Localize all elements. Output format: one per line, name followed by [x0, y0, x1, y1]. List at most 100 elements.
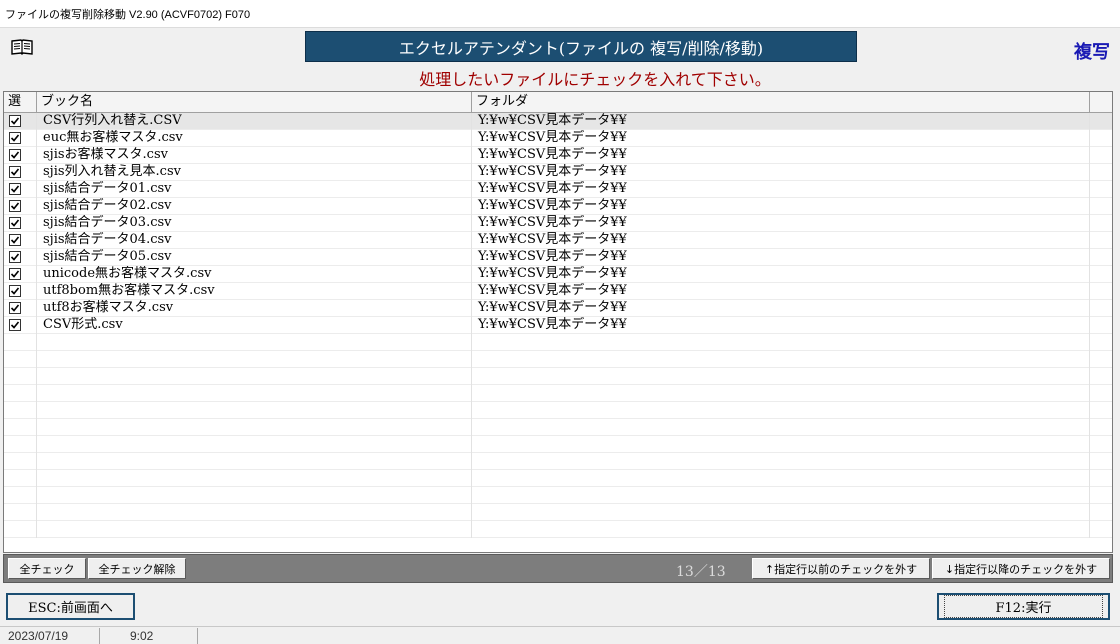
folder-cell: Y:¥w¥CSV見本データ¥¥ [472, 283, 1090, 300]
check-all-button[interactable]: 全チェック [8, 558, 86, 579]
empty-row [4, 504, 1112, 521]
select-cell [4, 130, 37, 147]
row-checkbox[interactable] [9, 268, 21, 280]
table-row[interactable]: sjis結合データ01.csv Y:¥w¥CSV見本データ¥¥ [4, 181, 1112, 198]
row-checkbox[interactable] [9, 200, 21, 212]
row-checkbox[interactable] [9, 183, 21, 195]
table-row[interactable]: unicode無お客様マスタ.csv Y:¥w¥CSV見本データ¥¥ [4, 266, 1112, 283]
book-name-cell: sjis列入れ替え見本.csv [37, 164, 472, 181]
checkmark-icon [10, 304, 20, 312]
select-cell [4, 504, 37, 521]
checkmark-icon [10, 202, 20, 210]
row-checkbox[interactable] [9, 302, 21, 314]
select-cell [4, 232, 37, 249]
book-name-cell [37, 368, 472, 385]
file-grid[interactable]: 選 ブック名 フォルダ CSV行列入れ替え.CSV Y:¥w¥CSV見本データ¥¥… [3, 91, 1113, 553]
empty-row [4, 385, 1112, 402]
table-row[interactable]: sjis結合データ04.csv Y:¥w¥CSV見本データ¥¥ [4, 232, 1112, 249]
checkmark-icon [10, 219, 20, 227]
row-checkbox[interactable] [9, 285, 21, 297]
row-checkbox[interactable] [9, 115, 21, 127]
empty-row [4, 470, 1112, 487]
empty-row [4, 419, 1112, 436]
instruction-area: 処理したいファイルにチェックを入れて下さい。 [0, 66, 1120, 89]
select-cell [4, 521, 37, 538]
book-name-cell: euc無お客様マスタ.csv [37, 130, 472, 147]
table-row[interactable]: sjis結合データ05.csv Y:¥w¥CSV見本データ¥¥ [4, 249, 1112, 266]
status-date: 2023/07/19 [0, 628, 100, 644]
filler-cell [1090, 130, 1112, 147]
back-button[interactable]: ESC:前画面へ [6, 593, 135, 620]
folder-cell: Y:¥w¥CSV見本データ¥¥ [472, 164, 1090, 181]
empty-row [4, 334, 1112, 351]
book-name-cell [37, 419, 472, 436]
execute-button[interactable]: F12:実行 [937, 593, 1110, 620]
folder-cell [472, 351, 1090, 368]
folder-cell: Y:¥w¥CSV見本データ¥¥ [472, 232, 1090, 249]
row-checkbox[interactable] [9, 149, 21, 161]
filler-cell [1090, 385, 1112, 402]
book-name-cell: sjisお客様マスタ.csv [37, 147, 472, 164]
checkmark-icon [10, 253, 20, 261]
table-row[interactable]: sjis結合データ02.csv Y:¥w¥CSV見本データ¥¥ [4, 198, 1112, 215]
folder-cell [472, 504, 1090, 521]
select-cell [4, 300, 37, 317]
folder-cell [472, 453, 1090, 470]
book-name-cell: unicode無お客様マスタ.csv [37, 266, 472, 283]
table-row[interactable]: sjis結合データ03.csv Y:¥w¥CSV見本データ¥¥ [4, 215, 1112, 232]
filler-cell [1090, 164, 1112, 181]
empty-row [4, 453, 1112, 470]
filler-cell [1090, 487, 1112, 504]
select-cell [4, 283, 37, 300]
select-cell [4, 351, 37, 368]
book-name-cell [37, 470, 472, 487]
column-header-folder[interactable]: フォルダ [472, 92, 1090, 112]
folder-cell: Y:¥w¥CSV見本データ¥¥ [472, 113, 1090, 130]
grid-toolbar: 全チェック 全チェック解除 13／13 ↑指定行以前のチェックを外す ↓指定行以… [3, 554, 1113, 583]
select-cell [4, 453, 37, 470]
uncheck-after-button[interactable]: ↓指定行以降のチェックを外す [932, 558, 1110, 579]
filler-cell [1090, 317, 1112, 334]
row-checkbox[interactable] [9, 132, 21, 144]
row-checkbox[interactable] [9, 251, 21, 263]
select-cell [4, 164, 37, 181]
uncheck-all-button[interactable]: 全チェック解除 [88, 558, 186, 579]
select-cell [4, 249, 37, 266]
book-name-cell [37, 402, 472, 419]
table-row[interactable]: sjis列入れ替え見本.csv Y:¥w¥CSV見本データ¥¥ [4, 164, 1112, 181]
execute-button-label: F12:実行 [944, 595, 1103, 618]
folder-cell [472, 385, 1090, 402]
row-checkbox[interactable] [9, 234, 21, 246]
table-row[interactable]: euc無お客様マスタ.csv Y:¥w¥CSV見本データ¥¥ [4, 130, 1112, 147]
filler-cell [1090, 419, 1112, 436]
empty-row [4, 351, 1112, 368]
row-checkbox[interactable] [9, 166, 21, 178]
table-row[interactable]: utf8お客様マスタ.csv Y:¥w¥CSV見本データ¥¥ [4, 300, 1112, 317]
filler-cell [1090, 453, 1112, 470]
column-header-select[interactable]: 選 [4, 92, 37, 112]
checkmark-icon [10, 117, 20, 125]
select-cell [4, 487, 37, 504]
table-row[interactable]: utf8bom無お客様マスタ.csv Y:¥w¥CSV見本データ¥¥ [4, 283, 1112, 300]
folder-cell [472, 402, 1090, 419]
column-header-book[interactable]: ブック名 [37, 92, 472, 112]
row-checkbox[interactable] [9, 217, 21, 229]
folder-cell: Y:¥w¥CSV見本データ¥¥ [472, 266, 1090, 283]
table-row[interactable]: CSV形式.csv Y:¥w¥CSV見本データ¥¥ [4, 317, 1112, 334]
folder-cell [472, 334, 1090, 351]
select-cell [4, 147, 37, 164]
filler-cell [1090, 283, 1112, 300]
empty-row [4, 368, 1112, 385]
uncheck-before-button[interactable]: ↑指定行以前のチェックを外す [752, 558, 930, 579]
row-checkbox[interactable] [9, 319, 21, 331]
table-row[interactable]: CSV行列入れ替え.CSV Y:¥w¥CSV見本データ¥¥ [4, 113, 1112, 130]
book-name-cell: utf8お客様マスタ.csv [37, 300, 472, 317]
book-name-cell [37, 351, 472, 368]
checkmark-icon [10, 185, 20, 193]
table-row[interactable]: sjisお客様マスタ.csv Y:¥w¥CSV見本データ¥¥ [4, 147, 1112, 164]
select-cell [4, 181, 37, 198]
checkmark-icon [10, 134, 20, 142]
app-banner: エクセルアテンダント(ファイルの 複写/削除/移動) [305, 31, 857, 62]
title-bar: ファイルの複写削除移動 V2.90 (ACVF0702) F070 [0, 0, 1120, 28]
folder-cell: Y:¥w¥CSV見本データ¥¥ [472, 300, 1090, 317]
